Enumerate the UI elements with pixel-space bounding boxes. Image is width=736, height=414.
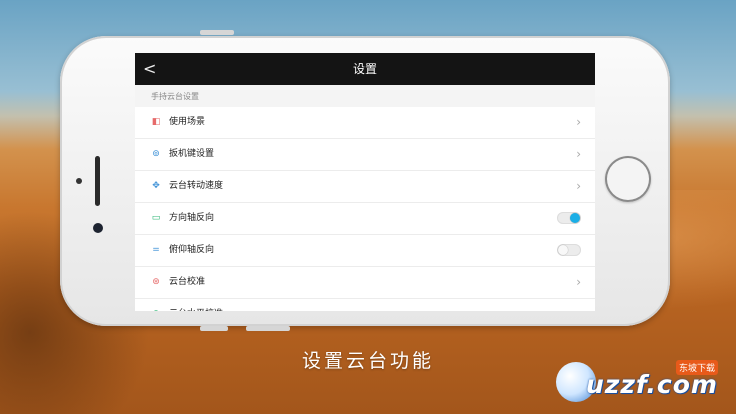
toggle-knob xyxy=(558,245,568,255)
rotate-speed-icon: ✥ xyxy=(152,181,160,191)
watermark-sub: 东坡下载 xyxy=(676,360,719,375)
scene-icon: ◧ xyxy=(151,117,161,127)
settings-list: ◧使用场景›⊚扳机键设置›✥云台转动速度›▭方向轴反向=俯仰轴反向⊛云台校准›⊕… xyxy=(135,107,595,311)
pitch-axis-icon: = xyxy=(152,245,160,255)
settings-row-label: 云台转动速度 xyxy=(169,181,224,191)
nav-bar: < 设置 xyxy=(135,53,595,85)
section-header: 手持云台设置 xyxy=(151,92,199,101)
settings-row[interactable]: ▭ 方向轴反向 xyxy=(135,203,595,235)
trigger-icon: ⊚ xyxy=(152,149,160,159)
phone-speaker xyxy=(95,156,100,206)
chevron-right-icon: › xyxy=(576,179,581,193)
phone-camera xyxy=(93,223,103,233)
settings-row-label: 扳机键设置 xyxy=(169,149,215,159)
home-button[interactable] xyxy=(605,156,651,202)
settings-row[interactable]: ✥ 云台转动速度 › xyxy=(135,171,595,203)
settings-row-label: 俯仰轴反向 xyxy=(169,245,215,255)
phone-side-button xyxy=(200,326,228,331)
phone-side-button xyxy=(246,326,290,331)
settings-row[interactable]: = 俯仰轴反向 xyxy=(135,235,595,267)
level-calibrate-icon: ⊕ xyxy=(151,309,161,311)
toggle-switch[interactable] xyxy=(557,212,581,224)
app-screen: < 设置 手持云台设置 ◧ 使用场景 › ⊚ 扳机键设置 › ✥ 云台转动速度 › ▭ 方向轴反向 =… xyxy=(135,53,595,311)
phone-side-button xyxy=(200,30,234,35)
chevron-right-icon: › xyxy=(576,299,581,311)
settings-row[interactable]: ⊕ 云台水平校准 › xyxy=(135,299,595,311)
chevron-right-icon: › xyxy=(576,115,581,129)
settings-row-label: 方向轴反向 xyxy=(169,213,215,223)
chevron-right-icon: › xyxy=(576,147,581,161)
direction-axis-icon: ▭ xyxy=(151,213,161,223)
settings-row[interactable]: ⊚ 扳机键设置 › xyxy=(135,139,595,171)
calibrate-icon: ⊛ xyxy=(152,277,160,287)
settings-row-label: 云台水平校准 xyxy=(169,299,223,311)
settings-row[interactable]: ◧ 使用场景 › xyxy=(135,107,595,139)
settings-row-label: 云台校准 xyxy=(169,277,206,287)
settings-row-label: 使用场景 xyxy=(169,117,206,127)
phone-sensor xyxy=(76,178,82,184)
toggle-knob xyxy=(570,213,580,223)
settings-row[interactable]: ⊛ 云台校准 › xyxy=(135,267,595,299)
page-title: 设置 xyxy=(352,62,377,76)
watermark-logo: uzzf.com 东坡下载 xyxy=(556,360,728,406)
chevron-right-icon: › xyxy=(576,275,581,289)
toggle-switch[interactable] xyxy=(557,244,581,256)
